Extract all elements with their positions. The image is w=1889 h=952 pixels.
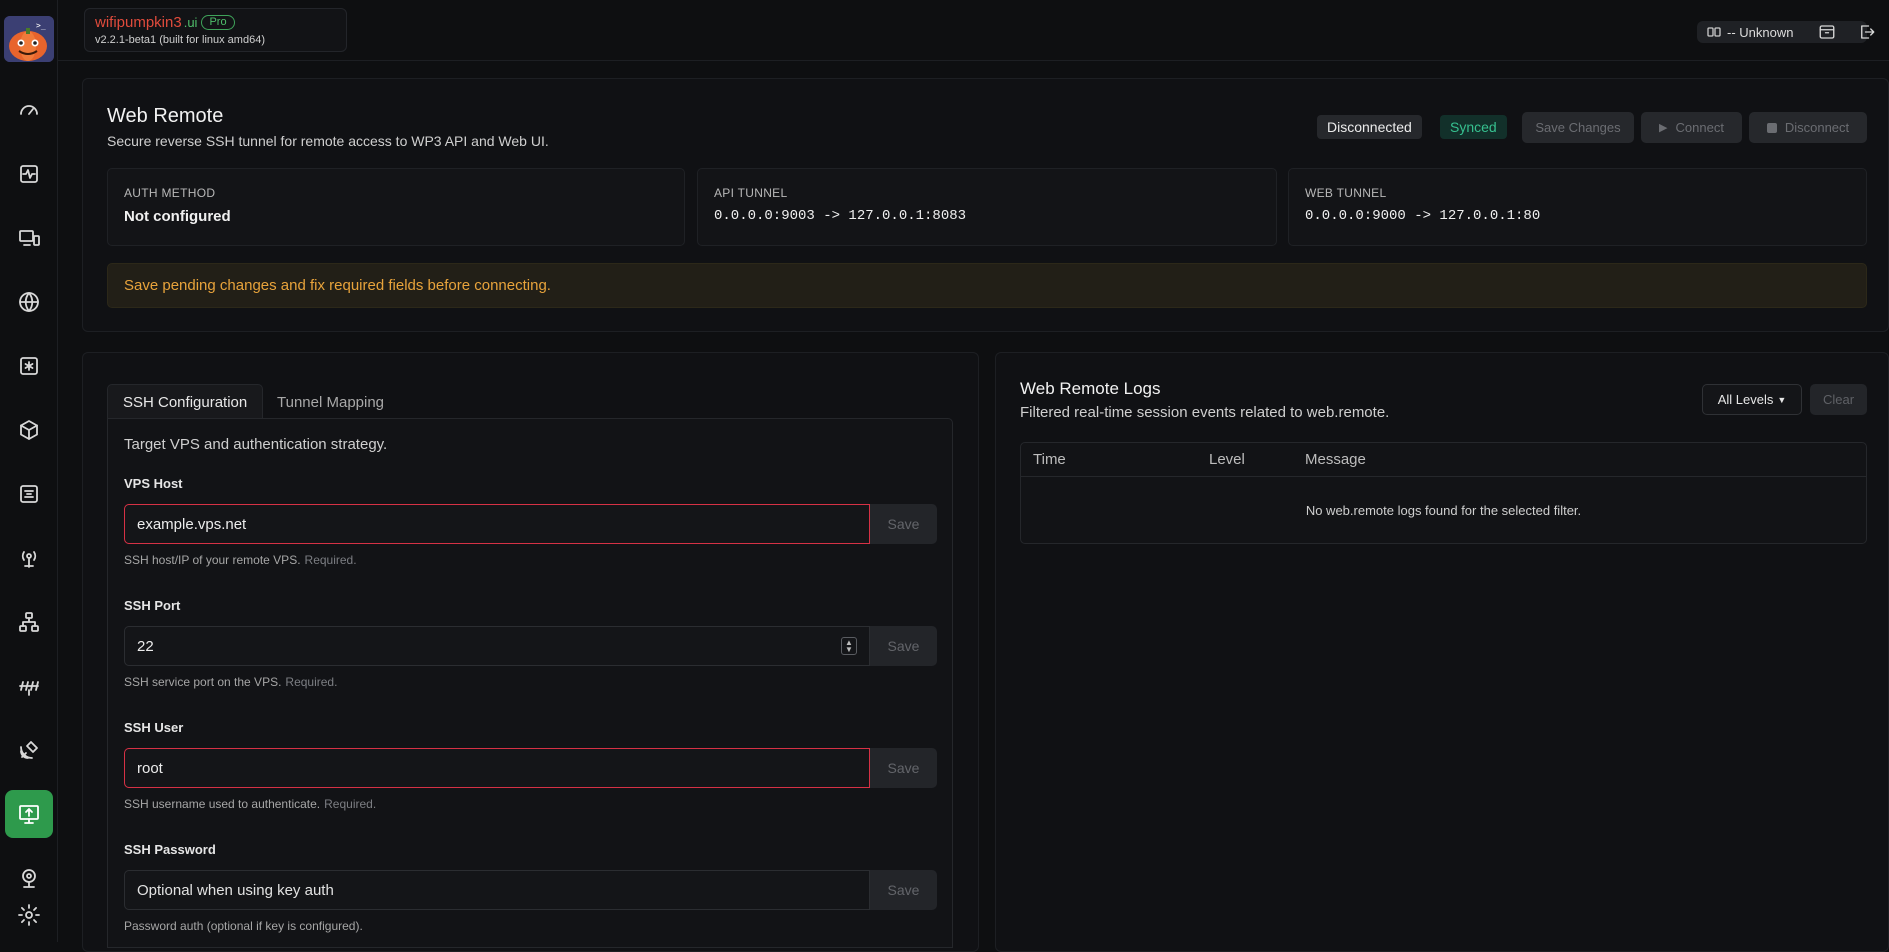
save-changes-button[interactable]: Save Changes [1522, 112, 1634, 143]
caret-down-icon: ▼ [1777, 394, 1787, 405]
column-message[interactable]: Message [1305, 451, 1366, 468]
vps-host-help: SSH host/IP of your remote VPS. Required. [124, 553, 357, 567]
network-icon[interactable] [5, 598, 53, 646]
required-note: Required. [304, 553, 357, 567]
logs-table-header: Time Level Message [1021, 443, 1866, 477]
globe-icon[interactable] [5, 278, 53, 326]
ssh-port-help: SSH service port on the VPS. Required. [124, 675, 338, 689]
sidebar: >_ [0, 0, 58, 942]
column-level[interactable]: Level [1209, 451, 1245, 468]
tab-tunnel-mapping[interactable]: Tunnel Mapping [262, 384, 399, 420]
ssh-password-label: SSH Password [124, 842, 216, 857]
satellite-icon[interactable] [5, 726, 53, 774]
disconnect-button[interactable]: Disconnect [1749, 112, 1867, 143]
logs-title: Web Remote Logs [1020, 379, 1161, 398]
log-level-filter[interactable]: All Levels ▼ [1702, 384, 1802, 415]
pro-badge: Pro [201, 15, 235, 30]
archive-icon[interactable] [1814, 19, 1840, 45]
package-icon[interactable] [5, 406, 53, 454]
vps-host-save-button[interactable]: Save [870, 504, 937, 544]
required-note: Required. [285, 675, 338, 689]
activity-icon[interactable] [5, 150, 53, 198]
auth-method-label: AUTH METHOD [124, 186, 216, 200]
api-tunnel-box: API TUNNEL 0.0.0.0:9003 -> 127.0.0.1:808… [697, 168, 1277, 246]
page-title: Web Remote [107, 105, 224, 127]
pumpkin-logo[interactable]: >_ [4, 16, 54, 62]
ssh-user-save-button[interactable]: Save [870, 748, 937, 788]
stop-icon [1766, 122, 1777, 133]
port-stepper-icon[interactable]: ▲ ▼ [841, 637, 857, 655]
ssh-port-input[interactable]: 22 ▲ ▼ [124, 626, 870, 666]
settings-icon[interactable] [5, 891, 53, 939]
ssh-password-help: Password auth (optional if key is config… [124, 919, 363, 933]
ssh-port-label: SSH Port [124, 598, 181, 613]
modules-icon[interactable] [5, 470, 53, 518]
page-subtitle: Secure reverse SSH tunnel for remote acc… [107, 133, 549, 149]
disconnect-label: Disconnect [1784, 120, 1850, 135]
api-tunnel-label: API TUNNEL [714, 186, 788, 200]
play-icon: ▶ [1659, 122, 1668, 134]
sync-status-badge: Synced [1440, 115, 1507, 139]
svg-text:>_: >_ [36, 21, 46, 30]
ssh-user-help: SSH username used to authenticate. Requir… [124, 797, 377, 811]
column-time[interactable]: Time [1033, 451, 1066, 468]
config-description: Target VPS and authentication strategy. [124, 436, 388, 453]
connection-status-pill[interactable]: -- Unknown [1697, 21, 1867, 43]
save-changes-label: Save Changes [1535, 120, 1621, 135]
logs-empty-state: No web.remote logs found for the selecte… [1305, 503, 1582, 518]
antenna-icon[interactable] [5, 534, 53, 582]
brand-box: wifipumpkin3 .ui Pro v2.2.1-beta1 (built f… [84, 8, 347, 52]
connection-status-text: -- Unknown [1727, 24, 1794, 40]
web-tunnel-value: 0.0.0.0:9000 -> 127.0.0.1:80 [1305, 208, 1541, 224]
tab-ssh-configuration[interactable]: SSH Configuration [107, 384, 264, 420]
auth-method-box: AUTH METHOD Not configured [107, 168, 685, 246]
ssh-port-value: 22 [137, 637, 154, 655]
spectrum-icon[interactable] [5, 662, 53, 710]
logs-subtitle: Filtered real-time session events relate… [1020, 404, 1390, 421]
clear-logs-button[interactable]: Clear [1810, 384, 1867, 415]
brand-version: v2.2.1-beta1 (built for linux amd64) [95, 34, 265, 46]
topbar: wifipumpkin3 .ui Pro v2.2.1-beta1 (built f… [58, 0, 1889, 61]
dashboard-icon[interactable] [5, 86, 53, 134]
brand-suffix: .ui [183, 15, 198, 30]
pending-changes-warning: Save pending changes and fix required fi… [107, 263, 1867, 308]
devices-icon[interactable] [5, 214, 53, 262]
required-note: Required. [324, 797, 377, 811]
ssh-user-label: SSH User [124, 720, 184, 735]
ssh-port-save-button[interactable]: Save [870, 626, 937, 666]
vps-host-input[interactable]: example.vps.net [124, 504, 870, 544]
web-remote-icon[interactable] [5, 790, 53, 838]
connect-button[interactable]: ▶ Connect [1641, 112, 1742, 143]
log-level-filter-label: All Levels [1717, 392, 1774, 407]
web-tunnel-box: WEB TUNNEL 0.0.0.0:9000 -> 127.0.0.1:80 [1288, 168, 1867, 246]
web-tunnel-label: WEB TUNNEL [1305, 186, 1387, 200]
asterisk-icon[interactable] [5, 342, 53, 390]
unplugged-icon [1707, 27, 1721, 37]
auth-method-value: Not configured [124, 208, 231, 225]
api-tunnel-value: 0.0.0.0:9003 -> 127.0.0.1:8083 [714, 208, 967, 224]
logs-table: Time Level Message No web.remote logs fo… [1020, 442, 1867, 544]
ssh-user-input[interactable]: root [124, 748, 870, 788]
ssh-password-save-button[interactable]: Save [870, 870, 937, 910]
vps-host-label: VPS Host [124, 476, 183, 491]
logout-icon[interactable] [1854, 19, 1880, 45]
connection-status-badge: Disconnected [1317, 115, 1422, 139]
brand-name: wifipumpkin3 [95, 14, 182, 31]
connect-label: Connect [1675, 120, 1724, 135]
ssh-password-input[interactable]: Optional when using key auth [124, 870, 870, 910]
